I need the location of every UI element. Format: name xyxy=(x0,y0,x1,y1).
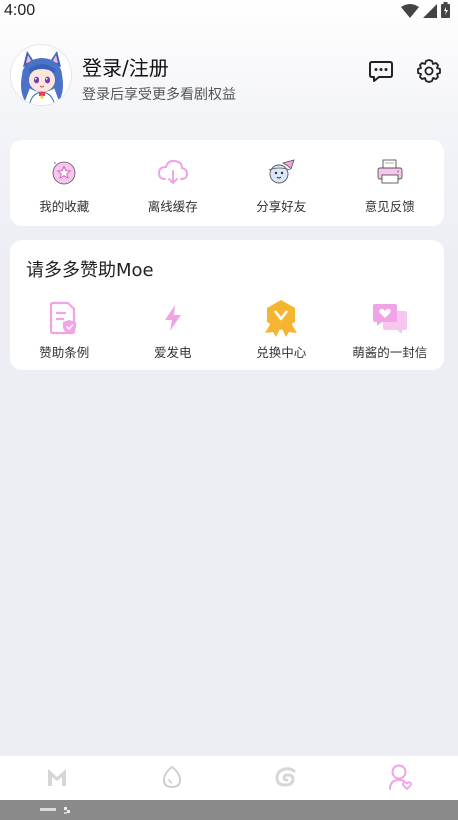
favorite-star-icon xyxy=(46,154,82,190)
share-planet-icon xyxy=(263,154,299,190)
afdian-button[interactable]: 爱发电 xyxy=(119,300,228,361)
redeem-center-button[interactable]: 兑换中心 xyxy=(227,300,336,361)
feedback-printer-icon xyxy=(372,154,408,190)
status-time: 4:00 xyxy=(4,2,36,19)
sponsor-grid: 赞助条例 爱发电 兑换中心 萌酱的一封信 xyxy=(10,300,444,361)
sponsor-title: 请多多赞助Moe xyxy=(26,260,154,281)
afdian-label: 爱发电 xyxy=(153,345,192,360)
profile-header[interactable]: 登录/注册 登录后享受更多看剧权益 xyxy=(10,44,448,108)
nav-egg[interactable] xyxy=(115,756,230,802)
wifi-icon xyxy=(401,3,419,22)
battery-icon xyxy=(441,2,450,22)
redeem-center-label: 兑换中心 xyxy=(256,345,307,360)
letter-button[interactable]: 萌酱的一封信 xyxy=(336,300,445,361)
home-m-icon xyxy=(46,766,68,792)
nav-swirl[interactable] xyxy=(229,756,344,802)
signal-icon xyxy=(423,3,437,22)
cloud-download-icon xyxy=(155,154,191,190)
nav-bar-glyph-icon xyxy=(40,800,74,819)
sponsor-terms-label: 赞助条例 xyxy=(39,345,90,360)
medal-icon xyxy=(263,300,299,337)
document-shield-icon xyxy=(46,300,82,336)
letter-label: 萌酱的一封信 xyxy=(352,345,428,360)
quick-actions-card: 我的收藏 离线缓存 分享好友 意见反馈 xyxy=(10,140,444,226)
offline-cache-label: 离线缓存 xyxy=(147,199,198,214)
egg-icon xyxy=(161,765,183,793)
feedback-button[interactable]: 意见反馈 xyxy=(336,154,445,215)
status-bar: 4:00 xyxy=(0,0,458,26)
nav-profile[interactable] xyxy=(344,756,458,802)
status-icons xyxy=(401,2,450,22)
offline-cache-button[interactable]: 离线缓存 xyxy=(119,154,228,215)
message-button[interactable] xyxy=(366,58,396,88)
login-subtitle: 登录后享受更多看剧权益 xyxy=(82,87,236,103)
screen: 4:00 登录/注册 登录后享受更多看剧权益 我的收藏 离线缓存 分享好友 意见… xyxy=(0,0,458,820)
quick-actions-grid: 我的收藏 离线缓存 分享好友 意见反馈 xyxy=(10,154,444,215)
bottom-nav xyxy=(0,756,458,802)
sponsor-card: 请多多赞助Moe 赞助条例 爱发电 兑换中心 萌酱的一封信 xyxy=(10,240,444,370)
login-title[interactable]: 登录/注册 xyxy=(82,52,169,81)
lightning-icon xyxy=(155,300,191,336)
message-icon xyxy=(368,58,394,88)
system-navigation-bar xyxy=(0,800,458,820)
settings-icon xyxy=(416,58,442,88)
letter-chat-icon xyxy=(372,300,408,336)
share-friends-button[interactable]: 分享好友 xyxy=(227,154,336,215)
favorites-label: 我的收藏 xyxy=(39,199,90,214)
share-friends-label: 分享好友 xyxy=(256,199,307,214)
feedback-label: 意见反馈 xyxy=(364,199,415,214)
nav-home[interactable] xyxy=(0,756,115,802)
avatar[interactable] xyxy=(10,44,72,106)
swirl-icon xyxy=(274,766,298,792)
sponsor-terms-button[interactable]: 赞助条例 xyxy=(10,300,119,361)
settings-button[interactable] xyxy=(414,58,444,88)
favorites-button[interactable]: 我的收藏 xyxy=(10,154,119,215)
profile-heart-icon xyxy=(388,763,414,795)
